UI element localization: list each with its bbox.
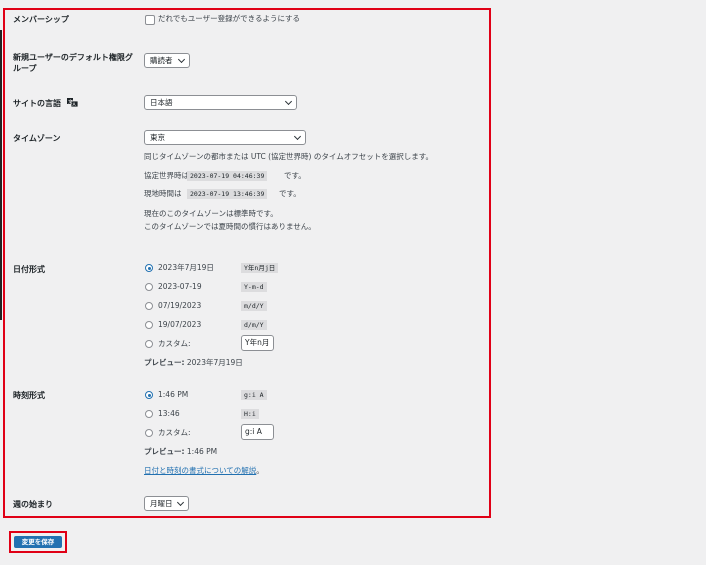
left-edge-line (0, 30, 2, 320)
utc-time-suffix: です。 (284, 171, 306, 180)
timezone-note-standard: 現在のこのタイムゾーンは標準時です。 (144, 209, 278, 218)
time-format-option-1[interactable]: 1:46 PM (158, 390, 188, 400)
default-role-select[interactable]: 購読者 (144, 53, 190, 68)
membership-checkbox[interactable] (145, 15, 155, 25)
datetime-help: 日付と時刻の書式についての解説。 (144, 466, 264, 476)
chevron-down-icon (176, 498, 185, 507)
time-format-option-2[interactable]: 13:46 (158, 409, 180, 419)
time-format-preview: プレビュー: 1:46 PM (144, 447, 217, 457)
week-start-label: 週の始まり (13, 500, 53, 509)
default-role-value: 購読者 (150, 56, 173, 65)
time-format-preview-label: プレビュー: (144, 447, 185, 456)
date-format-radio-4[interactable] (145, 321, 153, 329)
local-time-value: 2023-07-19 13:46:39 (187, 189, 268, 199)
timezone-value: 東京 (150, 133, 165, 142)
date-format-option-3[interactable]: 07/19/2023 (158, 301, 201, 311)
time-format-label: 時刻形式 (13, 391, 45, 400)
site-language-label: サイトの言語 (13, 99, 61, 108)
time-format-preview-value: 1:46 PM (186, 447, 218, 456)
week-start-value: 月曜日 (150, 499, 173, 508)
save-button[interactable]: 変更を保存 (14, 536, 62, 548)
date-format-preview: プレビュー: 2023年7月19日 (144, 358, 243, 368)
chevron-down-icon (177, 55, 186, 64)
date-format-code-1: Y年n月j日 (241, 263, 279, 273)
time-format-radio-1[interactable] (145, 391, 153, 399)
datetime-help-suffix: 。 (256, 466, 264, 475)
local-time-suffix: です。 (279, 189, 301, 198)
time-format-radio-2[interactable] (145, 410, 153, 418)
utc-time-value: 2023-07-19 04:46:39 (187, 171, 268, 181)
date-format-option-1[interactable]: 2023年7月19日 (158, 263, 214, 273)
membership-checkbox-label[interactable]: だれでもユーザー登録ができるようにする (158, 14, 300, 24)
date-format-code-2: Y-m-d (241, 282, 267, 292)
date-format-code-4: d/m/Y (241, 320, 267, 330)
date-format-radio-3[interactable] (145, 302, 153, 310)
timezone-description: 同じタイムゾーンの都市または UTC (協定世界時) のタイムオフセットを選択し… (144, 152, 433, 161)
time-format-code-1: g:i A (241, 390, 267, 400)
local-time-prefix: 現地時間は (144, 189, 182, 198)
default-role-label: 新規ユーザーのデフォルト権限グループ (13, 53, 133, 73)
date-format-preview-value: 2023年7月19日 (186, 358, 243, 367)
date-format-code-3: m/d/Y (241, 301, 267, 311)
timezone-select[interactable]: 東京 (144, 130, 306, 145)
save-button-highlight: 変更を保存 (9, 531, 67, 553)
chevron-down-icon (293, 132, 302, 141)
membership-label: メンバーシップ (13, 15, 69, 24)
date-format-option-4[interactable]: 19/07/2023 (158, 320, 201, 330)
date-format-label: 日付形式 (13, 265, 45, 274)
week-start-select[interactable]: 月曜日 (144, 496, 189, 511)
datetime-help-link[interactable]: 日付と時刻の書式についての解説 (144, 466, 256, 475)
date-format-radio-2[interactable] (145, 283, 153, 291)
time-format-radio-custom[interactable] (145, 429, 153, 437)
time-format-custom-label[interactable]: カスタム: (158, 428, 191, 438)
date-format-preview-label: プレビュー: (144, 358, 185, 367)
utc-time-prefix: 協定世界時は (144, 171, 189, 180)
translation-icon: 文 A (67, 98, 78, 107)
time-format-custom-input[interactable]: g:i A (241, 424, 274, 440)
site-language-value: 日本語 (150, 98, 173, 107)
date-format-option-2[interactable]: 2023-07-19 (158, 282, 202, 292)
date-format-custom-label[interactable]: カスタム: (158, 339, 191, 349)
date-format-radio-custom[interactable] (145, 340, 153, 348)
date-format-custom-input[interactable]: Y年n月 (241, 335, 274, 351)
time-format-code-2: H:i (241, 409, 259, 419)
date-format-radio-1[interactable] (145, 264, 153, 272)
timezone-label: タイムゾーン (13, 134, 61, 143)
chevron-down-icon (284, 97, 293, 106)
site-language-select[interactable]: 日本語 (144, 95, 297, 110)
timezone-note-dst: このタイムゾーンでは夏時間の慣行はありません。 (144, 222, 316, 231)
